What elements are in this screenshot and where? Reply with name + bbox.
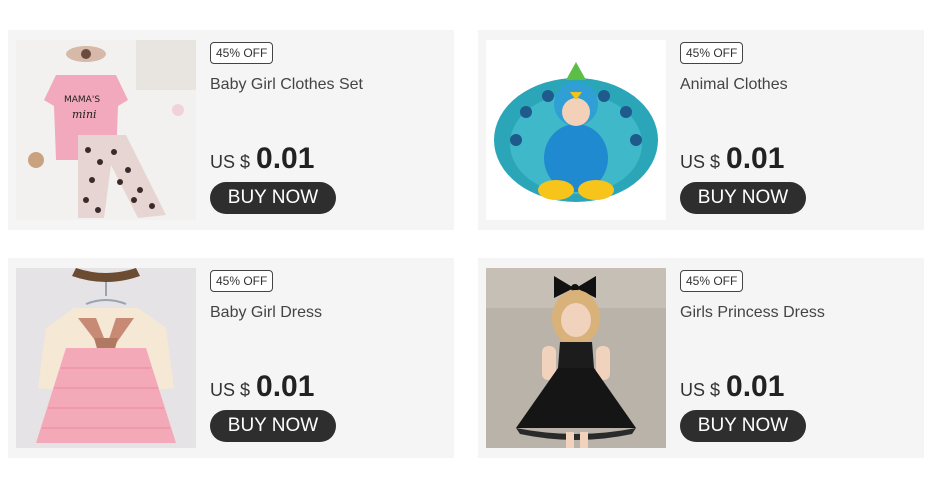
- pink-leopard-outfit-image: MAMA'S mini: [16, 40, 196, 220]
- price-amount: 0.01: [726, 142, 785, 175]
- product-price: US $0.01: [680, 370, 784, 404]
- svg-text:mini: mini: [72, 108, 97, 121]
- price-currency: US $: [210, 380, 251, 400]
- price-currency: US $: [210, 152, 251, 172]
- price-amount: 0.01: [256, 142, 315, 175]
- buy-now-button[interactable]: BUY NOW: [210, 182, 336, 214]
- price-amount: 0.01: [726, 370, 785, 403]
- pink-dress-on-hanger-image: [16, 268, 196, 448]
- product-card[interactable]: MAMA'S mini 45% OFF Baby Girl Clothes Se…: [8, 30, 454, 230]
- black-tulle-dress-girl-image: [486, 268, 666, 448]
- buy-now-button[interactable]: BUY NOW: [210, 410, 336, 442]
- svg-text:MAMA'S: MAMA'S: [64, 95, 100, 105]
- product-card[interactable]: 45% OFF Girls Princess Dress US $0.01 BU…: [478, 258, 924, 458]
- product-title[interactable]: Girls Princess Dress: [680, 304, 825, 322]
- product-image[interactable]: [486, 268, 666, 448]
- discount-badge: 45% OFF: [680, 270, 744, 292]
- product-title[interactable]: Baby Girl Dress: [210, 304, 322, 322]
- discount-badge: 45% OFF: [210, 42, 274, 64]
- product-title[interactable]: Animal Clothes: [680, 76, 788, 94]
- product-title[interactable]: Baby Girl Clothes Set: [210, 76, 363, 94]
- peacock-costume-baby-image: [486, 40, 666, 220]
- product-price: US $0.01: [210, 142, 314, 176]
- price-currency: US $: [680, 152, 721, 172]
- price-currency: US $: [680, 380, 721, 400]
- product-image[interactable]: [16, 268, 196, 448]
- product-price: US $0.01: [680, 142, 784, 176]
- discount-badge: 45% OFF: [680, 42, 744, 64]
- product-price: US $0.01: [210, 370, 314, 404]
- product-card[interactable]: 45% OFF Animal Clothes US $0.01 BUY NOW: [478, 30, 924, 230]
- product-image[interactable]: MAMA'S mini: [16, 40, 196, 220]
- buy-now-button[interactable]: BUY NOW: [680, 410, 806, 442]
- product-card[interactable]: 45% OFF Baby Girl Dress US $0.01 BUY NOW: [8, 258, 454, 458]
- buy-now-button[interactable]: BUY NOW: [680, 182, 806, 214]
- price-amount: 0.01: [256, 370, 315, 403]
- discount-badge: 45% OFF: [210, 270, 274, 292]
- product-image[interactable]: [486, 40, 666, 220]
